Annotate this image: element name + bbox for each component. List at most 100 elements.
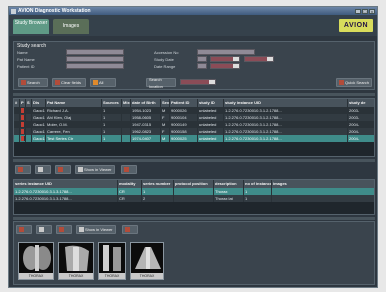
col-series-uid[interactable]: series instance UID xyxy=(14,180,118,188)
print-icon xyxy=(39,227,44,232)
col-study-id[interactable]: study ID xyxy=(198,99,224,107)
minimize-icon[interactable]: _ xyxy=(355,8,361,14)
table-row[interactable]: 1.2.276.0.7230010.3.1.3.1788... CR 2 Thorax… xyxy=(14,195,374,202)
series-print-button[interactable] xyxy=(35,165,51,174)
series-show-viewer-label: Show in Viewer xyxy=(84,167,112,172)
quick-search-button[interactable]: Quick Search xyxy=(336,78,372,87)
date-range-field[interactable] xyxy=(197,63,207,69)
col-protocol-position[interactable]: protocol position xyxy=(174,180,214,188)
date-from-select[interactable] xyxy=(210,56,240,62)
table-cell: 9000026 xyxy=(170,107,198,114)
export-icon xyxy=(18,167,23,172)
table-row[interactable]: Gaoc11 Test Series Ctr 1 1974-0407 M 9000025 u… xyxy=(14,135,374,142)
col-sex[interactable]: Sex xyxy=(161,99,170,107)
viewer-icon xyxy=(78,167,83,172)
date-to-select[interactable] xyxy=(244,56,274,62)
table-cell: Gaoc11 xyxy=(33,114,46,121)
col-study-date[interactable]: study de xyxy=(348,99,374,107)
series-delete-button[interactable] xyxy=(55,165,71,174)
col-description[interactable]: description xyxy=(214,180,244,188)
quick-search-label: Quick Search xyxy=(345,80,370,85)
series-send-button[interactable] xyxy=(121,165,137,174)
thumbnail-caption: THORAX xyxy=(59,273,93,279)
table-cell xyxy=(272,188,292,195)
send-icon xyxy=(125,227,130,232)
search-icon xyxy=(21,80,26,85)
images-delete-button[interactable] xyxy=(56,225,72,234)
xray-thumbnail-2 xyxy=(59,243,93,273)
thumbnail-4[interactable]: THORAX xyxy=(130,242,164,280)
series-show-viewer-button[interactable]: Show in Viewer xyxy=(75,165,115,174)
col-series-number[interactable]: series number xyxy=(142,180,174,188)
table-cell: Moler, O.M. xyxy=(46,121,102,128)
all-button[interactable]: All xyxy=(90,78,116,87)
maximize-icon[interactable]: □ xyxy=(362,8,368,14)
patient-id-field[interactable] xyxy=(66,63,124,69)
col-birth[interactable]: date of Birth xyxy=(131,99,161,107)
table-cell: F xyxy=(161,114,170,121)
series-first-button[interactable] xyxy=(15,165,31,174)
thumbnail-caption: THORAX xyxy=(19,273,53,279)
all-label: All xyxy=(99,80,104,85)
col-mix[interactable]: Mix xyxy=(122,99,131,107)
images-send-button[interactable] xyxy=(122,225,138,234)
table-cell: 1 xyxy=(244,188,272,195)
close-icon[interactable]: x xyxy=(369,8,375,14)
col-sources[interactable]: Sources xyxy=(102,99,122,107)
table-cell: 9000104 xyxy=(170,114,198,121)
pat-name-label: Pat Name xyxy=(17,57,35,62)
studies-table-header: # P S Dis Pat Name Sources Mix date of B… xyxy=(14,99,374,107)
search-location-select[interactable] xyxy=(180,79,216,85)
table-cell: 1.2.276.0.7230010.3.1.3.1788... xyxy=(14,188,118,195)
table-cell: Thorax xyxy=(214,188,244,195)
table-cell: Gaoc11 xyxy=(33,107,46,114)
date-range-label: Date Range xyxy=(154,64,176,69)
table-cell: 1 xyxy=(102,135,122,142)
table-row[interactable]: Gaoc11 Ahl Klen, Olaj 1 1958-0605 F 9000104 un… xyxy=(14,114,374,121)
thumbnail-2[interactable]: THORAX xyxy=(58,242,94,280)
clear-fields-button[interactable]: Clear fields xyxy=(52,78,86,87)
table-row[interactable]: Gaoc11 Moler, O.M. 1 1947-0315 M 9000149 unlab… xyxy=(14,121,374,128)
col-modality[interactable]: modality xyxy=(118,180,142,188)
thumbnail-3[interactable]: THORAX xyxy=(98,242,126,280)
images-print-button[interactable] xyxy=(36,225,52,234)
table-cell: unlabeled xyxy=(198,114,224,121)
tab-study-browser[interactable]: Study Browser xyxy=(13,19,49,34)
accession-field[interactable] xyxy=(197,49,255,55)
tab-images[interactable]: Images xyxy=(53,19,89,34)
table-cell xyxy=(174,188,214,195)
col-patient-id[interactable]: Patient ID xyxy=(170,99,198,107)
table-cell: 2004- xyxy=(349,136,360,141)
table-cell xyxy=(122,114,131,121)
pat-name-field[interactable] xyxy=(66,56,124,62)
col-images[interactable]: images xyxy=(272,180,292,188)
col-dis[interactable]: Dis xyxy=(32,99,46,107)
search-button-label: Search xyxy=(27,80,40,85)
date-range-select[interactable] xyxy=(210,63,240,69)
study-date-field[interactable] xyxy=(197,56,207,62)
window-title: AVION Diagnostic Workstation xyxy=(18,8,91,14)
table-cell: 9000149 xyxy=(170,121,198,128)
col-pat-name[interactable]: Pat Name xyxy=(46,99,102,107)
table-cell: 1 xyxy=(142,188,174,195)
images-first-button[interactable] xyxy=(16,225,32,234)
images-show-viewer-button[interactable]: Show in Viewer xyxy=(76,225,116,234)
thumbnail-1[interactable]: THORAX xyxy=(18,242,54,280)
table-row[interactable]: Gaoc11 Carrere, Fen 1 1962-0823 F 9000158 unla… xyxy=(14,128,374,135)
flag-icon xyxy=(21,122,25,127)
table-row[interactable]: 1.2.276.0.7230010.3.1.3.1788... CR 1 Thorax… xyxy=(14,188,374,195)
table-cell: Richard J.A. xyxy=(46,107,102,114)
col-study-uid[interactable]: study instance UID xyxy=(224,99,348,107)
table-cell: 2003- xyxy=(349,108,360,113)
table-cell: Test Series Ctr xyxy=(46,135,102,142)
search-location-label: Search location xyxy=(149,76,163,89)
table-cell: 1 xyxy=(244,195,272,202)
studies-table: # P S Dis Pat Name Sources Mix date of B… xyxy=(13,98,375,157)
search-button[interactable]: Search xyxy=(18,78,48,87)
col-instances[interactable]: no of instances xyxy=(244,180,272,188)
name-field[interactable] xyxy=(66,49,124,55)
table-cell: M xyxy=(161,107,170,114)
table-row[interactable]: Gaoc11 Richard J.A. 1 1954-1023 M 9000026 unla… xyxy=(14,107,374,114)
list-icon xyxy=(93,80,98,85)
xray-thumbnail-3 xyxy=(99,243,125,273)
